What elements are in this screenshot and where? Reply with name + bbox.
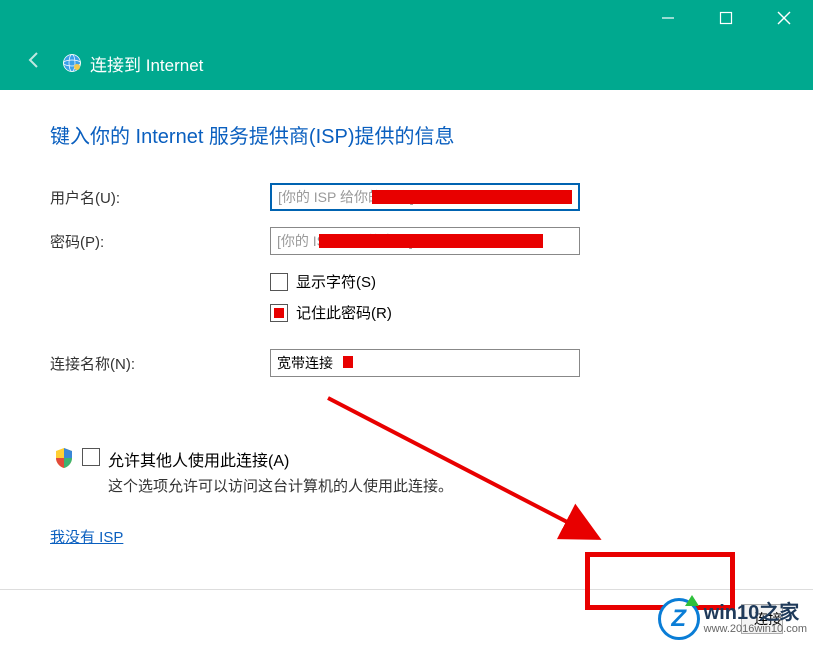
back-button[interactable]	[20, 46, 48, 80]
wizard-footer: 连接	[0, 589, 813, 634]
redaction-bar	[319, 234, 543, 248]
wizard-title: 连接到 Internet	[90, 51, 203, 76]
username-label: 用户名(U):	[50, 183, 270, 208]
window-titlebar	[0, 0, 813, 36]
connection-name-input[interactable]: 宽带连接	[270, 349, 580, 377]
connection-name-label: 连接名称(N):	[50, 349, 270, 374]
remember-password-label: 记住此密码(R)	[296, 302, 392, 323]
password-input[interactable]: [你的 ISP 给你的密码]	[270, 227, 580, 255]
shield-icon	[54, 447, 74, 469]
allow-others-checkbox[interactable]	[82, 448, 100, 466]
no-isp-link[interactable]: 我没有 ISP	[50, 526, 123, 547]
globe-icon	[62, 53, 82, 73]
page-heading: 键入你的 Internet 服务提供商(ISP)提供的信息	[50, 120, 763, 149]
wizard-header: 连接到 Internet	[0, 36, 813, 90]
redaction-bar	[343, 356, 353, 368]
password-label: 密码(P):	[50, 227, 270, 252]
redaction-bar	[372, 190, 572, 204]
close-button[interactable]	[755, 0, 813, 36]
maximize-button[interactable]	[697, 0, 755, 36]
username-input[interactable]: [你的 ISP 给你的名称]	[270, 183, 580, 211]
show-characters-checkbox[interactable]	[270, 273, 288, 291]
connect-button[interactable]: 连接	[741, 604, 783, 634]
allow-others-label: 允许其他人使用此连接(A)	[108, 447, 289, 471]
minimize-button[interactable]	[639, 0, 697, 36]
allow-others-description: 这个选项允许可以访问这台计算机的人使用此连接。	[108, 475, 763, 496]
show-characters-label: 显示字符(S)	[296, 271, 376, 292]
content-area: 键入你的 Internet 服务提供商(ISP)提供的信息 用户名(U): [你…	[0, 90, 813, 547]
remember-password-checkbox[interactable]	[270, 304, 288, 322]
